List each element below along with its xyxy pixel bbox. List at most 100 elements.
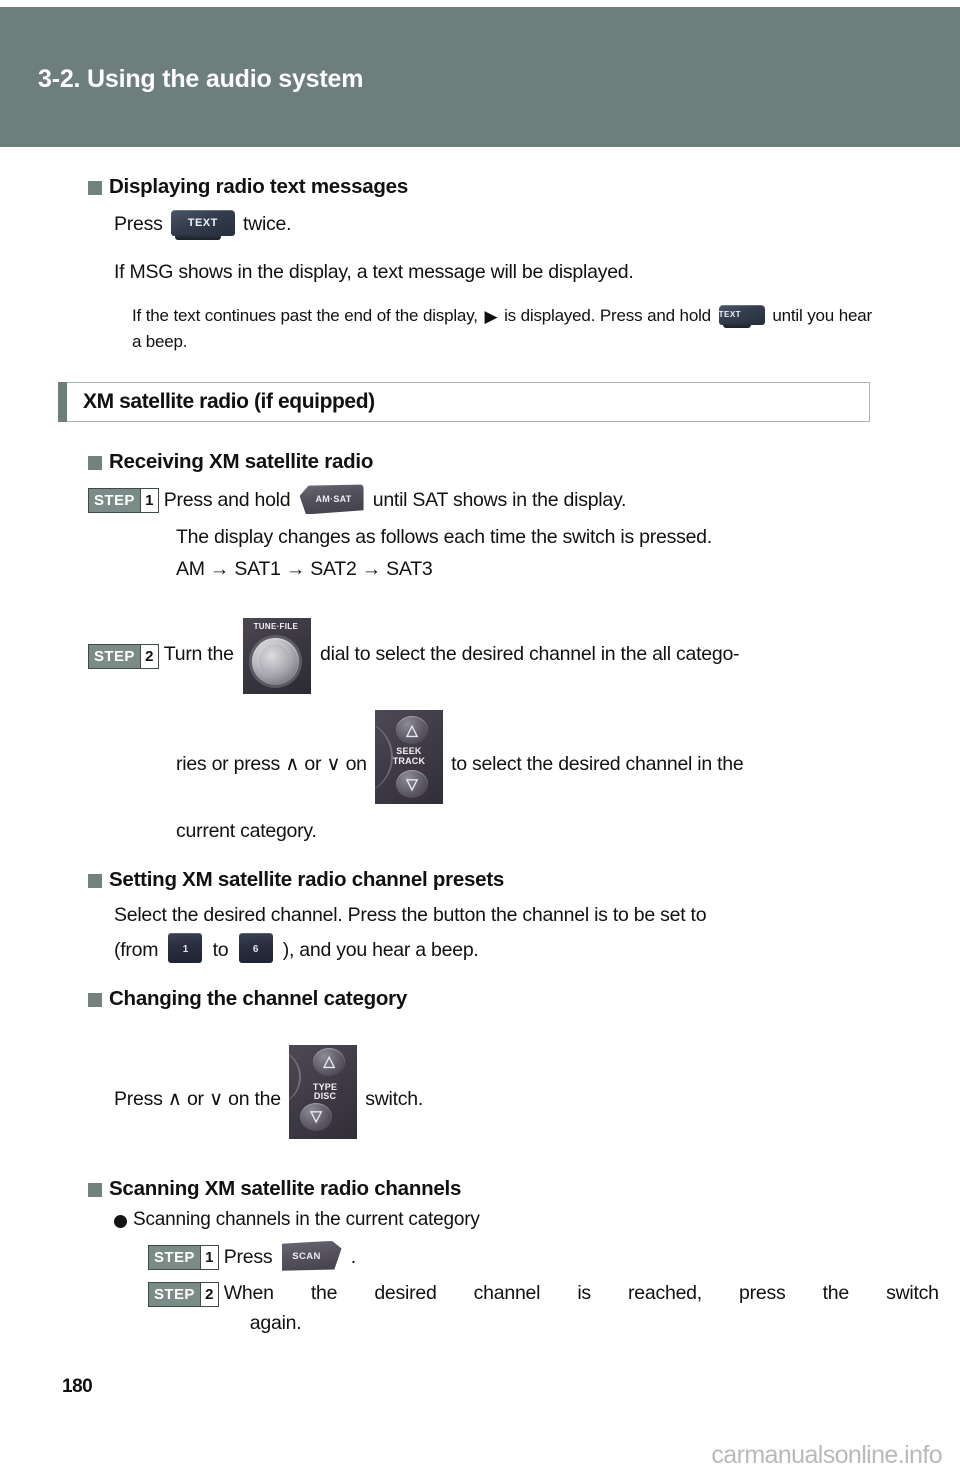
chevron-down-icon: ▽	[406, 775, 418, 793]
category-press-label: Press ∧ or ∨ on the	[114, 1087, 281, 1110]
step-row-receiving-1: STEP 1 Press and hold AM·SAT until SAT s…	[88, 484, 878, 515]
section-title-xm-satellite-radio: XM satellite radio (if equipped)	[58, 382, 870, 423]
step-number-label: 2	[199, 1282, 218, 1306]
preset-button-1-label: 1	[182, 943, 189, 955]
step-2-text-a: Turn the	[163, 643, 234, 666]
heading-scanning-channels: Scanning XM satellite radio channels	[88, 1177, 960, 1201]
type-disc-label: TYPE DISC	[293, 1081, 357, 1102]
scan-step-2-text: When the desired channel is reached, pre…	[224, 1278, 939, 1338]
step-row-scanning-2: STEP 2 When the desired channel is reach…	[148, 1278, 939, 1338]
display-change-note: The display changes as follows each time…	[176, 525, 712, 548]
chevron-up-icon: △	[406, 721, 418, 739]
text-button-icon[interactable]: TEXT	[170, 210, 235, 240]
site-watermark: carmanualsonline.info	[711, 1441, 942, 1469]
disc-label: DISC	[313, 1091, 337, 1102]
step-2-text-c: ries or press ∧ or ∨ on	[176, 753, 367, 776]
track-label: TRACK	[392, 755, 426, 766]
heading-label: Setting XM satellite radio channel prese…	[109, 868, 505, 892]
heading-label: Scanning XM satellite radio channels	[109, 1176, 462, 1200]
square-bullet-icon	[88, 456, 102, 471]
heading-label: Changing the channel category	[109, 986, 408, 1010]
display-change-sequence: AM → SAT1 → SAT2 → SAT3	[176, 557, 433, 580]
heading-receiving-xm: Receiving XM satellite radio	[88, 450, 960, 474]
step-number-label: 2	[139, 645, 158, 669]
seek-track-down-button[interactable]: ▽	[395, 770, 428, 799]
presets-to-label: to	[212, 938, 229, 961]
seek-track-label: SEEK TRACK	[375, 746, 443, 766]
seek-track-up-button[interactable]: △	[395, 716, 428, 745]
step-number-label: 1	[139, 489, 158, 513]
heading-changing-category: Changing the channel category	[88, 987, 960, 1011]
step-badge-2: STEP 2	[88, 644, 159, 670]
step-badge-1: STEP 1	[88, 488, 159, 514]
step-2-text-b: dial to select the desired channel in th…	[320, 643, 740, 666]
step-row-receiving-2: STEP 2 Turn the TUNE·FILE dial to select…	[88, 618, 888, 695]
press-label: Press	[114, 213, 163, 235]
step-word-label: STEP	[149, 1282, 200, 1306]
step-1-text-post: until SAT shows in the display.	[372, 489, 627, 512]
note-part-1: If the text continues past the end of th…	[132, 306, 478, 326]
heading-displaying-radio-text: Displaying radio text messages	[88, 175, 960, 199]
manual-page: { "header": { "chapter_title": "3-2. Usi…	[0, 0, 960, 1484]
presets-line-2: (from 1 to 6 ), and you hear a beep.	[114, 932, 960, 965]
scan-step-1-text: Press SCAN .	[223, 1240, 878, 1272]
note-part-2: is displayed. Press and hold	[504, 306, 711, 326]
section-title-label: XM satellite radio (if equipped)	[83, 390, 375, 414]
chevron-down-icon: ▽	[310, 1108, 322, 1126]
type-disc-switch-icon[interactable]: △ TYPE DISC ▽	[289, 1044, 358, 1139]
text-button-label: TEXT	[187, 217, 218, 229]
step-2-text: Turn the TUNE·FILE dial to select the de…	[163, 618, 888, 695]
tune-file-dial-icon[interactable]: TUNE·FILE	[242, 618, 311, 695]
page-content: Displaying radio text messages Press TEX…	[0, 147, 960, 1338]
step-word-label: STEP	[89, 489, 140, 513]
step-number-label: 1	[199, 1245, 218, 1269]
step-word-label: STEP	[149, 1245, 200, 1269]
square-bullet-icon	[88, 181, 102, 195]
tune-file-label: TUNE·FILE	[253, 622, 299, 632]
preset-button-6-label: 6	[252, 943, 259, 955]
text-continues-note: If the text continues past the end of th…	[132, 303, 872, 354]
msg-display-line: If MSG shows in the display, a text mess…	[114, 261, 634, 284]
text-button-icon-small[interactable]: TEXT	[718, 305, 765, 329]
press-text-line: Press TEXT twice.	[114, 209, 960, 240]
step-1-text: Press and hold AM·SAT until SAT shows in…	[164, 484, 878, 515]
square-bullet-icon	[88, 874, 102, 889]
step-1-text-pre: Press and hold	[163, 489, 291, 512]
step-2-continued: ries or press ∧ or ∨ on △ SEEK TRACK ▽ t…	[176, 710, 886, 805]
step-2-text-d: to select the desired channel in the	[451, 753, 744, 776]
scan-press-label: Press	[223, 1245, 273, 1268]
seek-track-switch-icon[interactable]: △ SEEK TRACK ▽	[374, 710, 443, 805]
chapter-header-band: 3-2. Using the audio system	[0, 7, 960, 147]
step-badge-2: STEP 2	[148, 1281, 219, 1307]
heading-label: Displaying radio text messages	[109, 175, 408, 198]
page-number: 180	[62, 1376, 93, 1397]
scan-step-2-line-1: When the desired channel is reached, pre…	[223, 1281, 939, 1304]
right-triangle-icon: ▶	[484, 307, 498, 327]
text-button-label-small: TEXT	[718, 310, 742, 320]
category-switch-label: switch.	[365, 1087, 424, 1110]
preset-button-1-icon[interactable]: 1	[168, 932, 203, 963]
seek-label: SEEK	[396, 746, 422, 757]
heading-setting-presets: Setting XM satellite radio channel prese…	[88, 868, 960, 892]
heading-label: Receiving XM satellite radio	[109, 450, 374, 474]
step-row-scanning-1: STEP 1 Press SCAN .	[148, 1240, 878, 1272]
type-label: TYPE	[312, 1081, 338, 1092]
scan-button-label: SCAN	[292, 1250, 321, 1262]
square-bullet-icon	[88, 1182, 102, 1197]
square-bullet-icon	[88, 992, 102, 1007]
scan-button-icon[interactable]: SCAN	[281, 1240, 342, 1271]
type-disc-up-button[interactable]: △	[313, 1047, 346, 1076]
presets-from-label: (from	[114, 938, 159, 961]
chevron-up-icon: △	[323, 1053, 335, 1071]
step-2-text-e-line: current category.	[176, 820, 317, 843]
preset-button-6-icon[interactable]: 6	[238, 932, 273, 963]
am-sat-button-icon[interactable]: AM·SAT	[299, 484, 364, 515]
subheading-scanning-current-category: Scanning channels in the current categor…	[114, 1209, 960, 1231]
type-disc-down-button[interactable]: ▽	[300, 1102, 333, 1131]
twice-label: twice.	[242, 213, 292, 235]
tune-dial-knob[interactable]	[251, 638, 299, 686]
changing-category-line: Press ∧ or ∨ on the △ TYPE DISC ▽ switch…	[114, 1044, 960, 1139]
page-title: 3-2. Using the audio system	[38, 64, 364, 93]
subheading-label: Scanning channels in the current categor…	[133, 1208, 480, 1230]
presets-line-1: Select the desired channel. Press the bu…	[114, 904, 707, 927]
